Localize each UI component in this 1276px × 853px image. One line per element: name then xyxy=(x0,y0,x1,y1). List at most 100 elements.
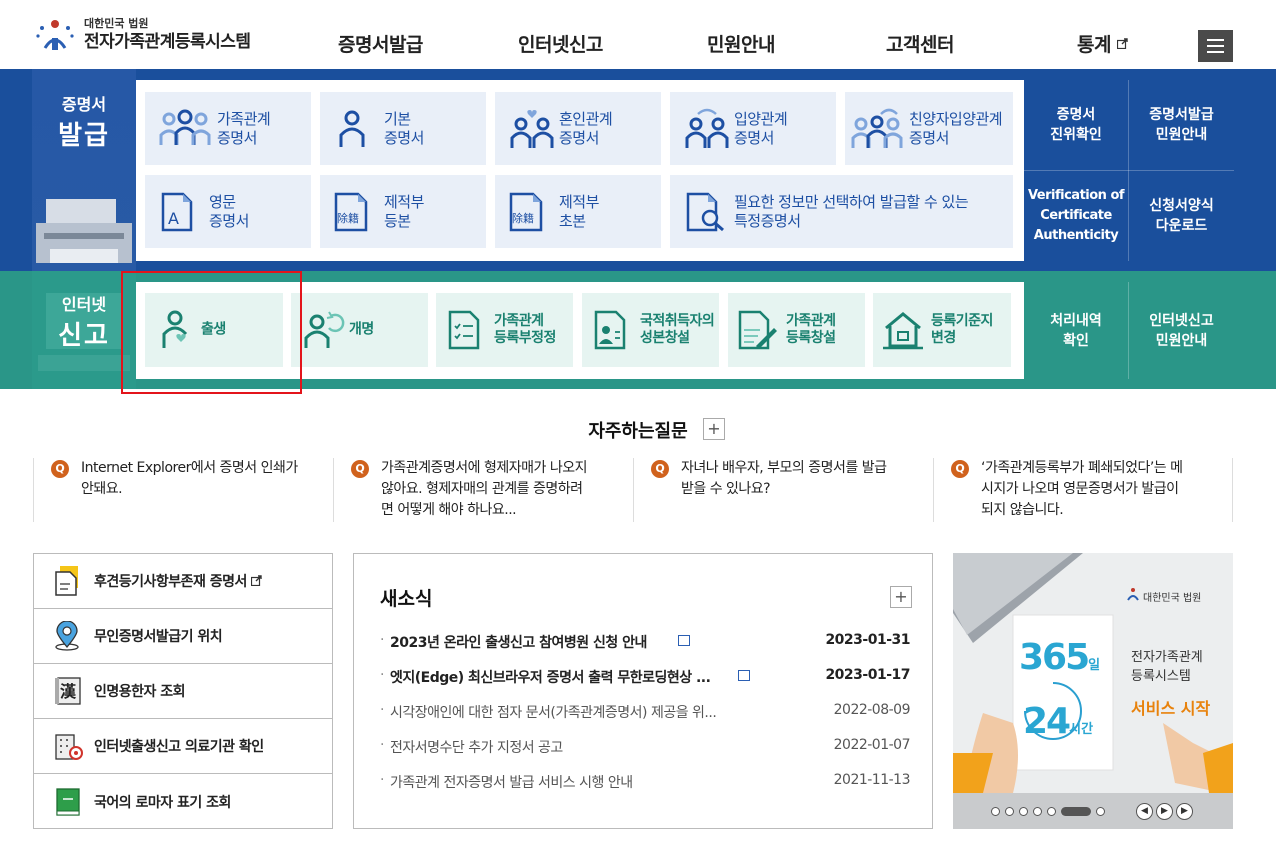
specific-cert-card[interactable]: 필요한 정보만 선택하여 발급할 수 있는 특정증명서 xyxy=(670,175,1013,248)
hamburger-menu-button[interactable] xyxy=(1198,30,1233,62)
removed-register-copy-card[interactable]: 除籍 제적부 등본 xyxy=(320,175,486,248)
document-icon xyxy=(678,635,690,646)
registration-base-change-card[interactable]: 등록기준지 변경 xyxy=(873,293,1011,367)
svg-text:漢: 漢 xyxy=(60,682,77,701)
nav-statistics[interactable]: 통계 xyxy=(1077,30,1128,57)
report-guide-link[interactable]: 인터넷신고 민원안내 xyxy=(1129,282,1234,379)
report-history-link[interactable]: 처리내역 확인 xyxy=(1024,282,1128,379)
header: 대한민국 법원 전자가족관계등록시스템 증명서발급 인터넷신고 민원안내 고객센… xyxy=(0,0,1276,69)
svg-text:A: A xyxy=(168,209,179,228)
full-adoption-icon xyxy=(851,108,903,148)
guardianship-cert-link[interactable]: 후견등기사항부존재 증명서 xyxy=(34,554,332,609)
hospital-check-link[interactable]: 인터넷출생신고 의료기관 확인 xyxy=(34,719,332,774)
certificate-verify-link[interactable]: 증명서 진위확인 xyxy=(1024,80,1128,170)
news-row[interactable]: · 2023년 온라인 출생신고 참여병원 신청 안내 2023-01-31 xyxy=(380,632,910,652)
news-row[interactable]: · 전자서명수단 추가 지정서 공고 2022-01-07 xyxy=(380,737,911,757)
family-icon xyxy=(159,109,211,145)
question-icon: Q xyxy=(351,460,369,478)
english-cert-card[interactable]: A 영문 증명서 xyxy=(145,175,311,248)
checklist-document-icon xyxy=(448,310,480,350)
romanization-link[interactable]: 국어의 로마자 표기 조회 xyxy=(34,774,332,829)
news-title: 새소식 xyxy=(380,588,433,610)
certificate-card-panel: 가족관계 증명서 기본 증명서 혼인관계 증명서 입양관계 증명서 친양자입양관… xyxy=(136,80,1024,261)
name-change-icon xyxy=(304,311,345,348)
site-logo[interactable]: 대한민국 법원 전자가족관계등록시스템 xyxy=(32,14,251,56)
adoption-icon xyxy=(685,108,729,148)
printer-icon xyxy=(36,199,132,263)
register-correction-card[interactable]: 가족관계 등록부정정 xyxy=(436,293,573,367)
family-relation-cert-card[interactable]: 가족관계 증명서 xyxy=(145,92,311,165)
slide-dot[interactable] xyxy=(991,807,1000,816)
certificate-guide-link[interactable]: 증명서발급 민원안내 xyxy=(1129,80,1234,170)
prev-slide-icon[interactable]: ◀ xyxy=(1136,803,1153,820)
news-row-date: 2022-01-07 xyxy=(833,737,911,753)
news-row-title: 전자서명수단 추가 지정서 공고 xyxy=(390,740,563,756)
system-name: 전자가족관계등록시스템 xyxy=(84,32,251,52)
news-row-date: 2022-08-09 xyxy=(833,702,911,718)
naturalized-surname-card[interactable]: 국적취득자의 성본창설 xyxy=(582,293,719,367)
news-row-date: 2021-11-13 xyxy=(833,772,911,788)
hanja-book-icon: 漢 xyxy=(55,677,81,705)
person-icon xyxy=(339,110,365,147)
english-document-icon: A xyxy=(161,192,193,231)
certificate-section-title: 증명서 발급 xyxy=(58,95,110,151)
certificate-document-icon xyxy=(55,566,78,596)
news-row[interactable]: · 엣지(Edge) 최신브라우저 증명서 출력 무한로딩현상 ... 2023… xyxy=(380,667,910,687)
form-download-link[interactable]: 신청서양식 다운로드 xyxy=(1129,171,1234,261)
faq-more-button[interactable]: + xyxy=(703,418,725,440)
nav-customer-center[interactable]: 고객센터 xyxy=(886,30,954,57)
external-link-icon xyxy=(251,575,263,587)
faq-item[interactable]: Q 자녀나 배우자, 부모의 증명서를 발급 받을 수 있나요? xyxy=(633,458,933,522)
faq-item[interactable]: Q ‘가족관계등록부가 폐쇄되었다’는 메 시지가 나오며 영문증명서가 발급이 되… xyxy=(933,458,1233,522)
banner-hours: 24 xyxy=(1023,701,1071,742)
slide-dot[interactable] xyxy=(1033,807,1042,816)
certificate-section: 증명서 발급 가족관계 증명서 기본 증명서 혼인관계 증명서 입양관계 증명서… xyxy=(0,69,1276,271)
menu-icon xyxy=(1207,39,1224,41)
court-logo-icon xyxy=(36,20,74,50)
basic-cert-card[interactable]: 기본 증명서 xyxy=(320,92,486,165)
nav-civil-guide[interactable]: 민원안내 xyxy=(707,30,775,57)
banner-org: 대한민국 법원 xyxy=(1143,593,1202,604)
news-row-date: 2023-01-31 xyxy=(825,632,910,648)
news-row[interactable]: · 가족관계 전자증명서 발급 서비스 시행 안내 2021-11-13 xyxy=(380,772,911,792)
full-adoption-cert-card[interactable]: 친양자입양관계 증명서 xyxy=(845,92,1013,165)
verification-of-certificate-link[interactable]: Verification of Certificate Authenticity xyxy=(1024,171,1128,261)
house-icon xyxy=(883,312,923,350)
slide-dot[interactable] xyxy=(1047,807,1056,816)
document-search-icon xyxy=(686,192,724,231)
name-change-card[interactable]: 개명 xyxy=(291,293,428,367)
news-row-title: 2023년 온라인 출생신고 참여병원 신청 안내 xyxy=(390,635,647,651)
svg-text:除籍: 除籍 xyxy=(337,211,359,225)
promo-banner[interactable]: 대한민국 법원 365일 24시간 전자가족관계 등록시스템 서비스 시작 ◀ ▶… xyxy=(953,553,1233,829)
court-logo-icon xyxy=(1127,588,1139,601)
card-label: 가족관계 xyxy=(217,109,271,128)
nav-internet-report[interactable]: 인터넷신고 xyxy=(518,30,603,57)
removed-register-abstract-card[interactable]: 除籍 제적부 초본 xyxy=(495,175,661,248)
nav-certificate[interactable]: 증명서발급 xyxy=(338,30,423,57)
faq-item[interactable]: Q Internet Explorer에서 증명서 인쇄가 안돼요. xyxy=(33,458,333,522)
green-book-icon xyxy=(56,787,80,816)
name-hanja-link[interactable]: 漢 인명용한자 조회 xyxy=(34,664,332,719)
register-creation-card[interactable]: 가족관계 등록창설 xyxy=(728,293,865,367)
quick-links: 후견등기사항부존재 증명서 무인증명서발급기 위치 漢 인명용한자 조회 인터넷… xyxy=(33,553,333,829)
kiosk-location-link[interactable]: 무인증명서발급기 위치 xyxy=(34,609,332,664)
slide-dot-active[interactable] xyxy=(1061,807,1091,816)
removed-register-icon: 除籍 xyxy=(334,192,368,231)
pause-slide-icon[interactable]: ▶ xyxy=(1156,803,1173,820)
couple-heart-icon xyxy=(510,109,554,148)
removed-register-icon: 除籍 xyxy=(509,192,543,231)
document-pen-icon xyxy=(738,310,777,350)
news-row[interactable]: · 시각장애인에 대한 점자 문서(가족관계증명서) 제공을 위... 2022… xyxy=(380,702,911,722)
faq-item[interactable]: Q 가족관계증명서에 형제자매가 나오지 않아요. 형제자매의 관계를 증명하려 면… xyxy=(333,458,633,522)
marriage-cert-card[interactable]: 혼인관계 증명서 xyxy=(495,92,661,165)
next-slide-icon[interactable]: ▶ xyxy=(1176,803,1193,820)
slide-dot[interactable] xyxy=(1005,807,1014,816)
banner-controls: ◀ ▶ ▶ xyxy=(953,793,1233,829)
adoption-cert-card[interactable]: 입양관계 증명서 xyxy=(670,92,836,165)
question-icon: Q xyxy=(51,460,69,478)
id-document-icon xyxy=(594,310,626,350)
news-more-button[interactable]: + xyxy=(890,586,912,608)
slide-dot[interactable] xyxy=(1096,807,1105,816)
slide-dot[interactable] xyxy=(1019,807,1028,816)
banner-system: 전자가족관계 등록시스템 xyxy=(1131,650,1203,684)
